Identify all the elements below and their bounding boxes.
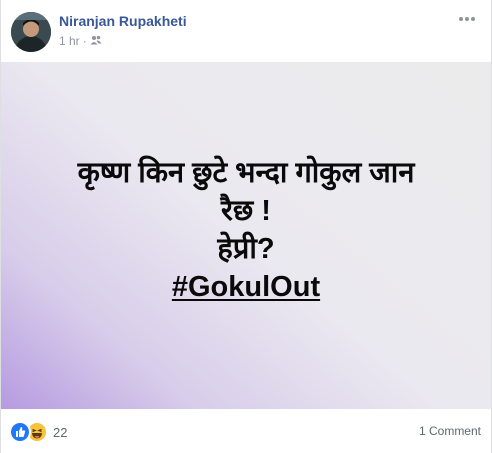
like-icon	[9, 421, 31, 443]
text-background-card: कृष्ण किन छुटे भन्दा गोकुल जान रैछ ! हेप…	[1, 62, 491, 409]
meta-separator: ·	[82, 34, 87, 48]
friends-icon[interactable]	[90, 34, 102, 48]
reactions-summary[interactable]: 22	[9, 421, 67, 443]
comments-count-link[interactable]: 1 Comment	[419, 424, 481, 438]
avatar-image	[11, 12, 51, 52]
hashtag-link[interactable]: #GokulOut	[172, 268, 320, 306]
post-header: Niranjan Rupakheti 1 hr ·	[1, 0, 491, 62]
author-avatar[interactable]	[11, 12, 51, 52]
card-line-1: कृष्ण किन छुटे भन्दा गोकुल जान	[77, 156, 415, 189]
author-name[interactable]: Niranjan Rupakheti	[59, 13, 187, 29]
card-line-2: रैछ !	[221, 194, 271, 227]
card-text: कृष्ण किन छुटे भन्दा गोकुल जान रैछ ! हेप…	[36, 154, 456, 306]
post-time[interactable]: 1 hr	[59, 34, 80, 48]
more-options-icon[interactable]	[457, 12, 477, 24]
card-hashtag-line: #GokulOut	[36, 268, 456, 306]
post-meta: 1 hr ·	[59, 34, 102, 48]
card-line-3: हेप्री?	[217, 232, 275, 265]
post-footer: 22 1 Comment	[1, 409, 491, 453]
reaction-count: 22	[53, 424, 68, 440]
facebook-post: Niranjan Rupakheti 1 hr · कृष्ण किन छुटे…	[0, 0, 492, 453]
